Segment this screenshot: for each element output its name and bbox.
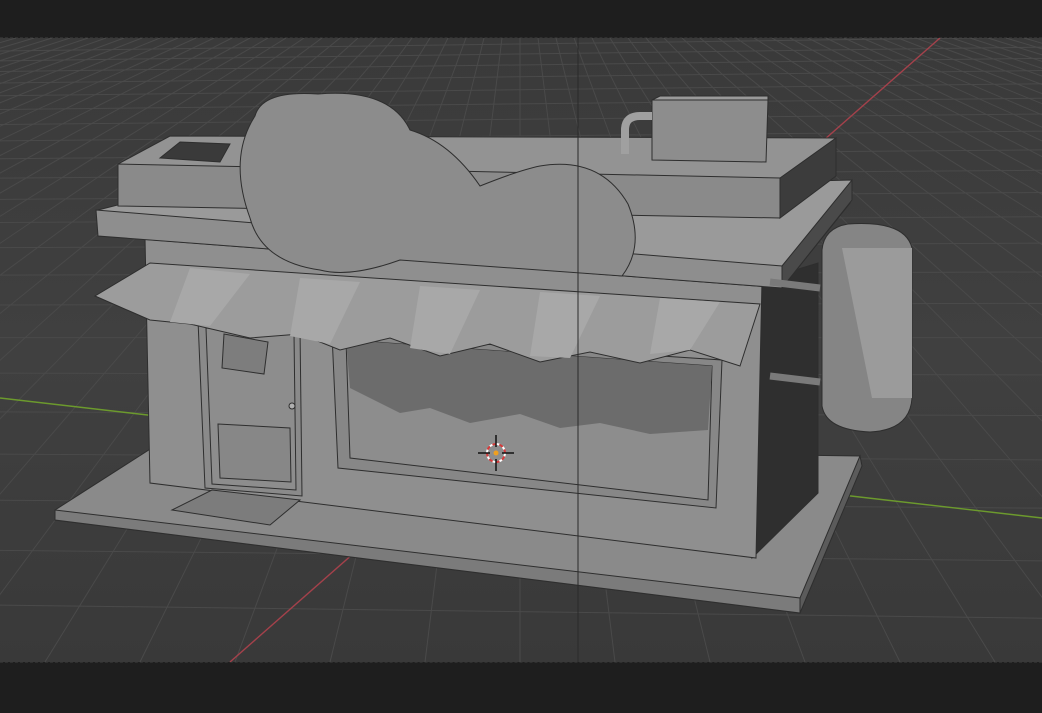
blender-window [0,0,1042,713]
door-lower-panel [217,423,292,483]
door-knob [288,402,296,410]
viewport-canvas[interactable] [0,38,1042,662]
viewport-header[interactable] [0,0,1042,38]
3d-viewport[interactable] [0,38,1042,662]
ac-unit-top [651,95,769,101]
timeline-header[interactable] [0,662,1042,713]
ac-unit [651,99,769,163]
shop-model[interactable] [54,92,913,614]
